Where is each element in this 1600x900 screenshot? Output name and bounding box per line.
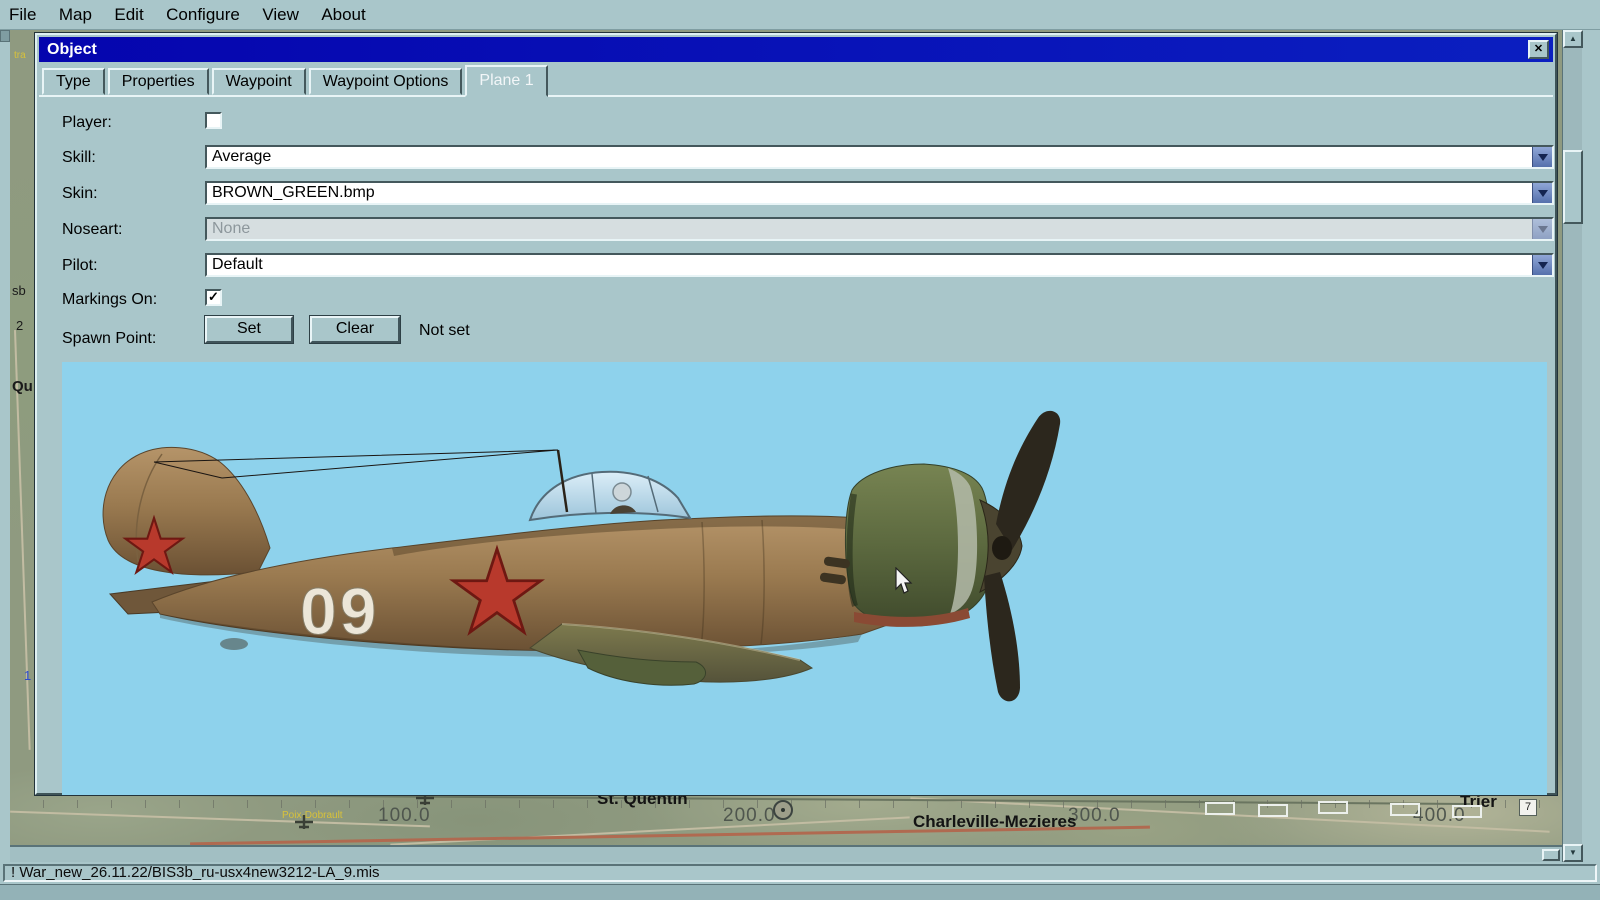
skill-value: Average [207, 147, 1552, 167]
arrow-up-icon: ▲ [1569, 34, 1577, 43]
map-edge-fragment: 1 [24, 668, 31, 683]
checkmark-icon: ✓ [208, 289, 219, 304]
dialog-titlebar[interactable]: Object ✕ [39, 37, 1553, 62]
map-edge-fragment: sb [12, 283, 26, 298]
application-window: File Map Edit Configure View About 100.0… [0, 0, 1600, 900]
markings-label: Markings On: [62, 291, 157, 309]
window-edge-square [0, 30, 10, 42]
arrow-down-icon: ▼ [1569, 848, 1577, 857]
tab-properties[interactable]: Properties [108, 68, 209, 95]
menu-map[interactable]: Map [50, 0, 101, 30]
plane-number: 09 [300, 574, 379, 648]
menu-about[interactable]: About [312, 0, 374, 30]
close-button[interactable]: ✕ [1528, 40, 1549, 59]
menu-bar: File Map Edit Configure View About [0, 0, 1600, 30]
dropdown-arrow-icon[interactable] [1532, 183, 1552, 203]
propeller-blade-upper [996, 411, 1060, 550]
player-label: Player: [62, 114, 112, 132]
noseart-dropdown: None [205, 217, 1554, 241]
bridge-icon [1318, 801, 1348, 814]
map-sector-badge: 7 [1519, 799, 1537, 816]
dropdown-arrow-icon[interactable] [1532, 147, 1552, 167]
dropdown-arrow-icon[interactable] [1532, 255, 1552, 275]
resize-grip[interactable] [1542, 849, 1560, 861]
player-checkbox[interactable] [205, 112, 222, 129]
tab-waypoint[interactable]: Waypoint [212, 68, 306, 95]
plane-tailfin [103, 447, 270, 574]
set-button[interactable]: Set [205, 316, 293, 343]
pilot-dropdown[interactable]: Default [205, 253, 1554, 277]
plane-preview-panel: 09 [62, 362, 1547, 795]
plane-canopy [530, 472, 690, 520]
town-label-charleville: Charleville-Mezieres [913, 812, 1076, 832]
ruler-label-200: 200.0 [723, 805, 776, 827]
menu-configure[interactable]: Configure [157, 0, 249, 30]
ruler-label-100: 100.0 [378, 805, 431, 827]
scroll-up-button[interactable]: ▲ [1563, 30, 1583, 48]
map-road [10, 811, 430, 828]
plane-preview-image: 09 [62, 362, 1547, 795]
skin-value: BROWN_GREEN.bmp [207, 183, 1552, 203]
object-dialog: Object ✕ Type Properties Waypoint Waypoi… [35, 33, 1557, 795]
scroll-down-button[interactable]: ▼ [1563, 844, 1583, 862]
bridge-icon [1452, 805, 1482, 818]
noseart-label: Noseart: [62, 221, 122, 239]
bridge-icon [1258, 804, 1288, 817]
map-edge-fragment: Qu [12, 378, 33, 395]
menu-file[interactable]: File [0, 0, 45, 30]
noseart-value: None [207, 219, 1552, 239]
map-plane-icon [293, 814, 315, 830]
menu-view[interactable]: View [253, 0, 308, 30]
status-text: ! War_new_26.11.22/BIS3b_ru-usx4new3212-… [3, 864, 1597, 882]
pilot-head [613, 483, 631, 501]
spawn-status-text: Not set [419, 322, 470, 340]
tab-strip: Type Properties Waypoint Waypoint Option… [39, 64, 1553, 97]
pilot-label: Pilot: [62, 257, 98, 275]
skill-label: Skill: [62, 149, 96, 167]
map-edge-fragment: tra [14, 50, 26, 61]
mouse-cursor [895, 567, 915, 597]
close-icon: ✕ [1534, 37, 1543, 62]
map-marker-ring-icon [773, 800, 793, 820]
horizontal-scroll-band[interactable] [10, 845, 1562, 862]
propeller-blade-lower [984, 572, 1020, 701]
dropdown-arrow-icon [1532, 219, 1552, 239]
skin-label: Skin: [62, 185, 98, 203]
clear-button[interactable]: Clear [310, 316, 400, 343]
window-footer [0, 884, 1600, 900]
vertical-scrollbar[interactable]: ▲ ▼ [1562, 30, 1582, 862]
menu-edit[interactable]: Edit [105, 0, 152, 30]
bridge-icon [1390, 803, 1420, 816]
tab-type[interactable]: Type [42, 68, 105, 95]
tab-waypoint-options[interactable]: Waypoint Options [309, 68, 463, 95]
skin-dropdown[interactable]: BROWN_GREEN.bmp [205, 181, 1554, 205]
map-edge-fragment: 2 [16, 318, 23, 333]
tab-plane-1[interactable]: Plane 1 [465, 65, 547, 97]
scrollbar-thumb[interactable] [1563, 150, 1583, 224]
spawn-point-label: Spawn Point: [62, 330, 156, 348]
skill-dropdown[interactable]: Average [205, 145, 1554, 169]
bridge-icon [1205, 802, 1235, 815]
pilot-value: Default [207, 255, 1552, 275]
status-bar: ! War_new_26.11.22/BIS3b_ru-usx4new3212-… [0, 862, 1600, 884]
dialog-title: Object [47, 41, 97, 58]
markings-checkbox[interactable]: ✓ [205, 289, 222, 306]
